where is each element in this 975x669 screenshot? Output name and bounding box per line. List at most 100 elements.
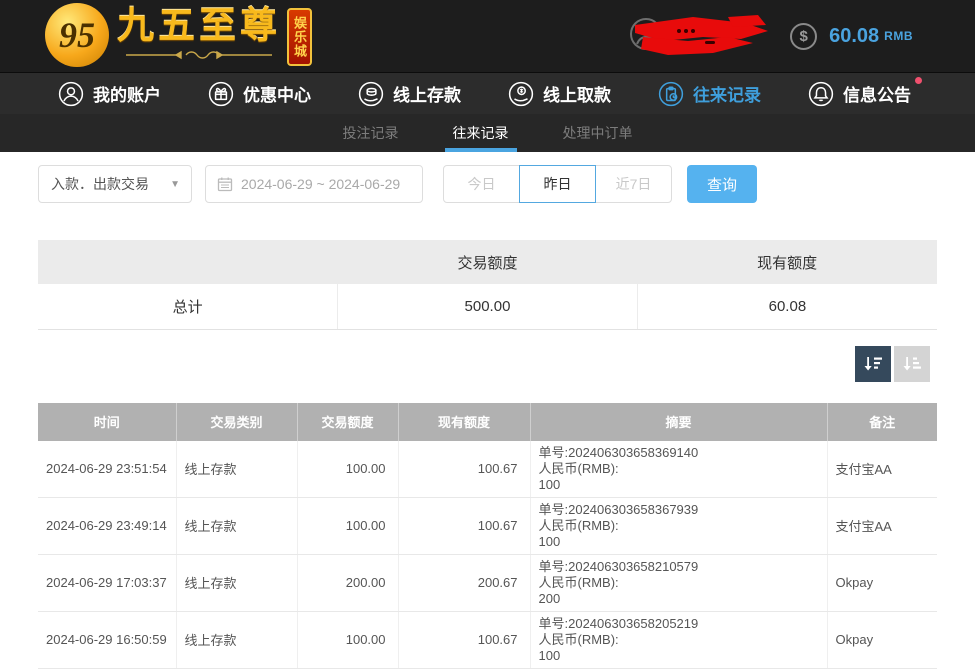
tab-betting-records[interactable]: 投注记录 xyxy=(339,114,403,152)
col-header-time: 时间 xyxy=(38,403,176,441)
summary-header-transaction-amount: 交易额度 xyxy=(338,240,638,284)
tab-transaction-records[interactable]: 往来记录 xyxy=(449,114,513,152)
time-cell: 2024-06-29 16:50:59 xyxy=(38,611,176,668)
summary-line: 人民币(RMB): xyxy=(539,518,819,534)
gift-icon xyxy=(208,81,234,107)
brand-badge: 娱乐城 xyxy=(287,8,312,66)
date-range-value: 2024-06-29 ~ 2024-06-29 xyxy=(241,176,400,192)
col-header-type: 交易类别 xyxy=(176,403,297,441)
summary-line: 单号:202406303658369140 xyxy=(539,445,819,461)
chevron-down-icon: ▼ xyxy=(170,179,180,190)
summary-total-row: 总计 500.00 60.08 xyxy=(38,284,937,329)
nav-item-promotions[interactable]: 优惠中心 xyxy=(208,81,311,107)
note-cell: Okpay xyxy=(827,554,937,611)
summary-line: 100 xyxy=(539,477,819,493)
summary-cell: 单号:202406303658205219人民币(RMB):100 xyxy=(530,611,827,668)
summary-line: 100 xyxy=(539,534,819,550)
nav-label: 往来记录 xyxy=(693,81,761,106)
table-row: 2024-06-29 16:50:59线上存款100.00100.67单号:20… xyxy=(38,611,937,668)
yesterday-button[interactable]: 昨日 xyxy=(519,165,596,203)
time-cell: 2024-06-29 17:03:37 xyxy=(38,554,176,611)
summary-transaction-total: 500.00 xyxy=(338,284,638,329)
sort-descending-button[interactable] xyxy=(855,346,891,382)
type-cell: 线上存款 xyxy=(176,441,297,498)
type-cell: 线上存款 xyxy=(176,497,297,554)
brand-monogram: 95 xyxy=(45,3,109,67)
summary-total-label: 总计 xyxy=(38,284,338,329)
col-header-balance: 现有额度 xyxy=(398,403,530,441)
brand-name: 九五至尊 xyxy=(117,3,281,49)
transaction-type-select[interactable]: 入款．出款交易 ▼ xyxy=(38,165,192,203)
transaction-type-value: 入款．出款交易 xyxy=(51,174,149,194)
username-area xyxy=(628,11,768,61)
calendar-icon xyxy=(217,176,233,192)
table-row: 2024-06-29 23:49:14线上存款100.00100.67单号:20… xyxy=(38,497,937,554)
nav-item-transaction-records[interactable]: 往来记录 xyxy=(658,81,761,107)
nav-item-my-account[interactable]: 我的账户 xyxy=(58,81,161,107)
summary-table: 交易额度 现有额度 总计 500.00 60.08 xyxy=(38,240,937,330)
type-cell: 线上存款 xyxy=(176,611,297,668)
balance-cell: 100.67 xyxy=(398,497,530,554)
user-icon xyxy=(58,81,84,107)
balance-cell: 200.67 xyxy=(398,554,530,611)
sort-ascending-button[interactable] xyxy=(894,346,930,382)
table-row: 2024-06-29 17:03:37线上存款200.00200.67单号:20… xyxy=(38,554,937,611)
amount-cell: 100.00 xyxy=(297,611,398,668)
transactions-body: 2024-06-29 23:51:54线上存款100.00100.67单号:20… xyxy=(38,441,937,669)
notification-dot xyxy=(915,77,922,84)
balance-amount: 60.08 xyxy=(829,25,879,48)
today-button[interactable]: 今日 xyxy=(443,165,520,203)
amount-cell: 100.00 xyxy=(297,497,398,554)
summary-line: 100 xyxy=(539,648,819,664)
note-cell: Okpay xyxy=(827,611,937,668)
time-cell: 2024-06-29 23:49:14 xyxy=(38,497,176,554)
col-header-summary: 摘要 xyxy=(530,403,827,441)
summary-cell: 单号:202406303658367939人民币(RMB):100 xyxy=(530,497,827,554)
note-cell: 支付宝AA xyxy=(827,497,937,554)
amount-cell: 200.00 xyxy=(297,554,398,611)
col-header-amount: 交易额度 xyxy=(297,403,398,441)
type-cell: 线上存款 xyxy=(176,554,297,611)
summary-line: 人民币(RMB): xyxy=(539,632,819,648)
summary-line: 人民币(RMB): xyxy=(539,575,819,591)
main-nav: 我的账户 优惠中心 线上存款 xyxy=(0,72,975,114)
summary-header-row: 交易额度 现有额度 xyxy=(38,240,937,284)
transactions-header-row: 时间 交易类别 交易额度 现有额度 摘要 备注 xyxy=(38,403,937,441)
deposit-icon xyxy=(358,81,384,107)
summary-line: 单号:202406303658205219 xyxy=(539,616,819,632)
bell-icon xyxy=(808,81,834,107)
sort-descending-icon xyxy=(862,353,884,375)
balance-cell: 100.67 xyxy=(398,611,530,668)
top-header: 95 九五至尊 娱乐城 xyxy=(0,0,975,72)
summary-line: 200 xyxy=(539,591,819,607)
nav-label: 线上取款 xyxy=(543,81,611,106)
sort-ascending-icon xyxy=(901,353,923,375)
quick-range-group: 今日 昨日 近7日 xyxy=(443,165,672,203)
query-button[interactable]: 查询 xyxy=(687,165,757,203)
summary-line: 人民币(RMB): xyxy=(539,461,819,477)
nav-label: 我的账户 xyxy=(93,81,161,106)
transaction-records-page: 95 九五至尊 娱乐城 xyxy=(0,0,975,660)
withdraw-icon xyxy=(508,81,534,107)
col-header-note: 备注 xyxy=(827,403,937,441)
transactions-table: 时间 交易类别 交易额度 现有额度 摘要 备注 2024-06-29 23:51… xyxy=(38,403,937,669)
filter-bar: 入款．出款交易 ▼ 2024-06-29 ~ 2024-06-29 今日 昨日 … xyxy=(38,165,937,203)
balance-currency: RMB xyxy=(884,29,913,43)
note-cell: 支付宝AA xyxy=(827,441,937,498)
account-area: $ 60.08 RMB xyxy=(628,0,913,72)
summary-cell: 单号:202406303658369140人民币(RMB):100 xyxy=(530,441,827,498)
date-range-input[interactable]: 2024-06-29 ~ 2024-06-29 xyxy=(205,165,423,203)
summary-current-total: 60.08 xyxy=(637,284,937,329)
time-cell: 2024-06-29 23:51:54 xyxy=(38,441,176,498)
record-subtabs: 投注记录 往来记录 处理中订单 xyxy=(0,114,975,152)
brand-logo[interactable]: 95 九五至尊 娱乐城 xyxy=(45,3,312,67)
summary-line: 单号:202406303658367939 xyxy=(539,502,819,518)
nav-label: 信息公告 xyxy=(843,81,911,106)
summary-cell: 单号:202406303658210579人民币(RMB):200 xyxy=(530,554,827,611)
tab-pending-orders[interactable]: 处理中订单 xyxy=(559,114,637,152)
nav-item-deposit[interactable]: 线上存款 xyxy=(358,81,461,107)
nav-item-announcements[interactable]: 信息公告 xyxy=(808,81,911,107)
last7days-button[interactable]: 近7日 xyxy=(595,165,672,203)
nav-item-withdraw[interactable]: 线上取款 xyxy=(508,81,611,107)
amount-cell: 100.00 xyxy=(297,441,398,498)
